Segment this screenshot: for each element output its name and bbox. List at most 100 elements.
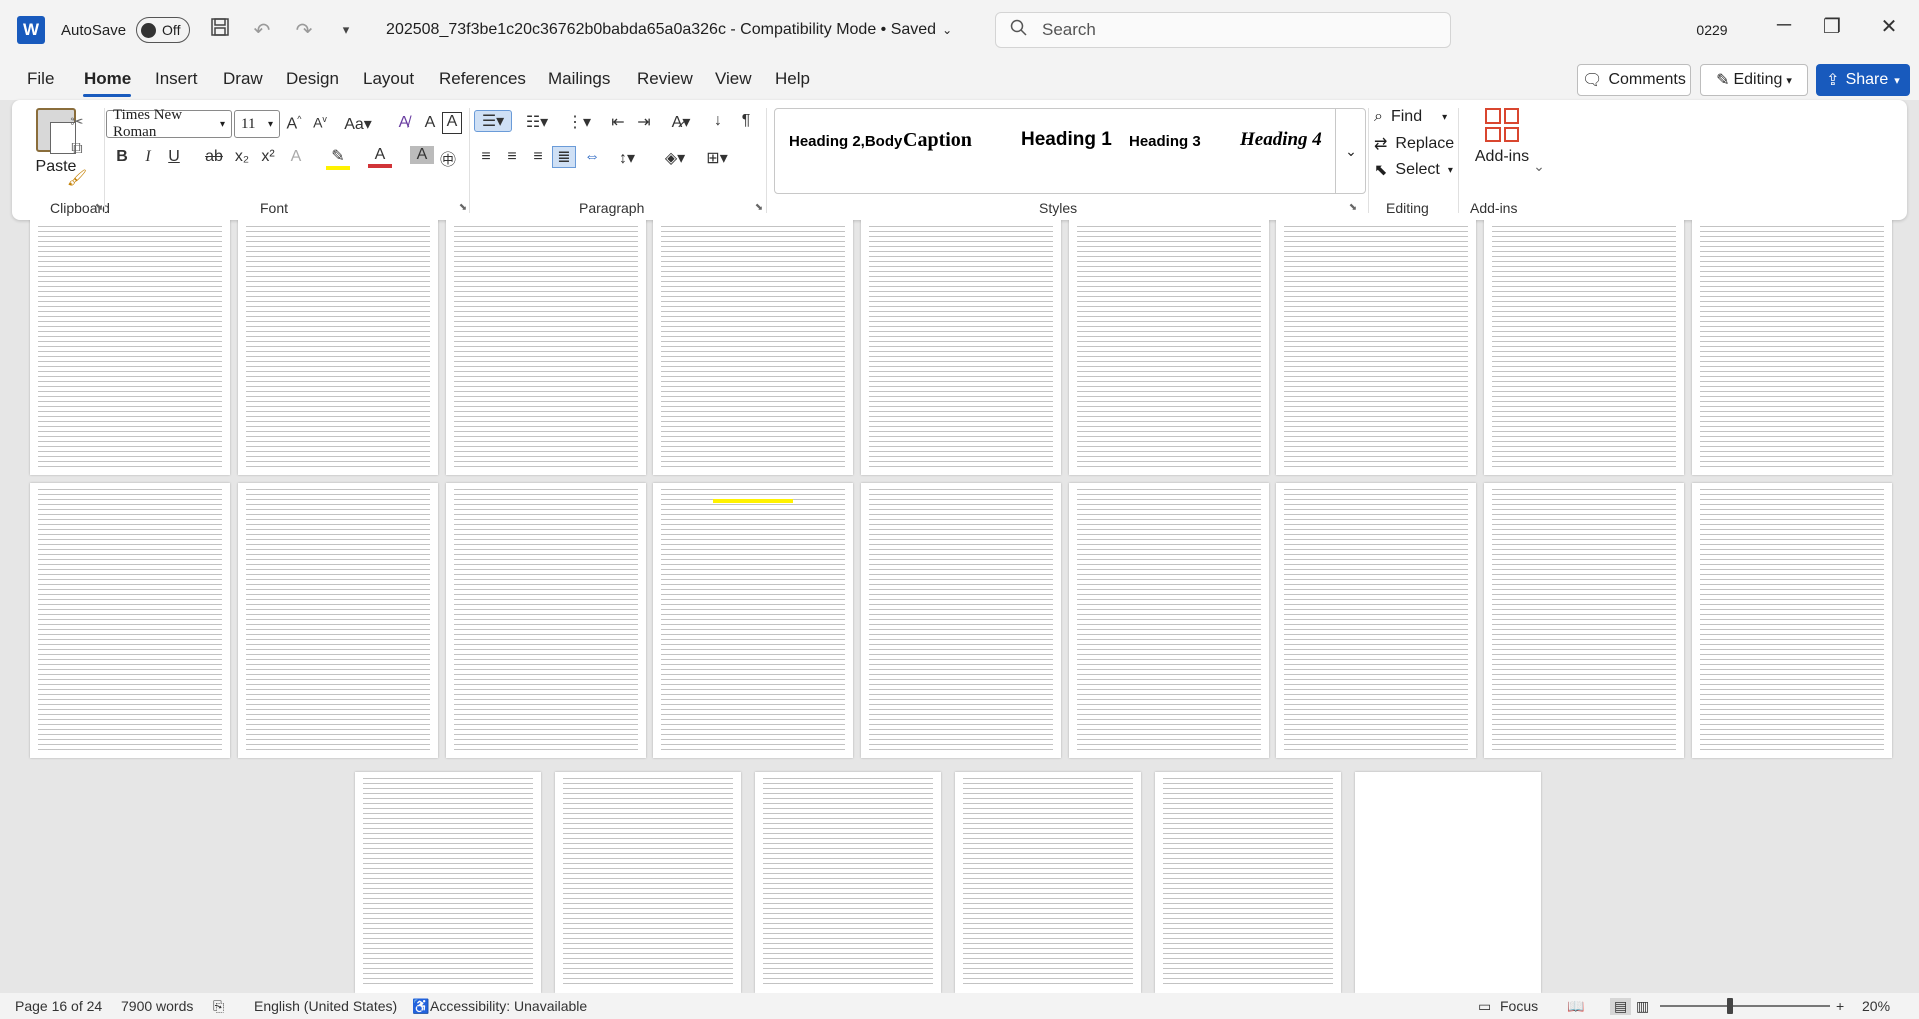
page-thumbnail[interactable] xyxy=(1692,220,1892,475)
accessibility-status[interactable]: Accessibility: Unavailable xyxy=(430,998,587,1014)
web-layout-icon[interactable]: ▥ xyxy=(1636,998,1649,1015)
shading-icon[interactable]: A xyxy=(410,146,434,164)
decrease-indent-icon[interactable]: ⇤ xyxy=(606,112,630,132)
language-indicator[interactable]: English (United States) xyxy=(254,998,397,1014)
select-button[interactable]: ⬉ Select ▾ xyxy=(1374,160,1453,180)
dialog-launcher-icon[interactable]: ⬊ xyxy=(1342,202,1364,213)
page-thumbnail[interactable] xyxy=(1484,220,1684,475)
tab-draw[interactable]: Draw xyxy=(223,69,263,89)
tab-view[interactable]: View xyxy=(715,69,752,89)
page-thumbnail-blank[interactable] xyxy=(1355,772,1541,993)
page-thumbnail[interactable] xyxy=(30,483,230,758)
copy-icon[interactable]: ⧉ xyxy=(66,140,88,158)
align-center-icon[interactable]: ≡ xyxy=(500,148,524,166)
document-title[interactable]: 202508_73f3be1c20c36762b0babda65a0a326c … xyxy=(386,21,952,39)
font-size-select[interactable]: 11 ▾ xyxy=(234,110,280,138)
page-thumbnail[interactable] xyxy=(861,483,1061,758)
dialog-launcher-icon[interactable]: ⬊ xyxy=(452,202,474,213)
shading-bucket-icon[interactable]: ◈▾ xyxy=(658,148,692,168)
restore-icon[interactable]: ❐ xyxy=(1817,14,1847,39)
font-color-icon[interactable]: A xyxy=(368,146,392,168)
distributed-icon[interactable]: ⇔ xyxy=(580,148,604,166)
page-thumbnail[interactable] xyxy=(1276,220,1476,475)
page-thumbnail[interactable] xyxy=(446,483,646,758)
find-button[interactable]: ⌕ Find ▾ xyxy=(1374,108,1447,126)
page-thumbnail[interactable] xyxy=(355,772,541,993)
style-heading-3[interactable]: Heading 3 xyxy=(1129,133,1201,150)
page-thumbnail[interactable] xyxy=(861,220,1061,475)
focus-button[interactable]: Focus xyxy=(1500,998,1538,1014)
undo-icon[interactable]: ↶ xyxy=(250,18,274,43)
save-icon[interactable] xyxy=(208,17,232,43)
page-thumbnail[interactable] xyxy=(1484,483,1684,758)
page-thumbnail[interactable] xyxy=(1069,483,1269,758)
numbering-icon[interactable]: ☷▾ xyxy=(520,112,554,132)
enclose-characters-icon[interactable]: ㊥ xyxy=(436,146,460,170)
zoom-slider-thumb[interactable] xyxy=(1727,998,1733,1014)
underline-icon[interactable]: U xyxy=(162,148,186,166)
justify-icon[interactable]: ≣ xyxy=(552,146,576,168)
page-thumbnail[interactable] xyxy=(446,220,646,475)
minimize-icon[interactable]: ─ xyxy=(1769,14,1799,37)
borders-icon[interactable]: ⊞▾ xyxy=(700,148,734,168)
change-case-icon[interactable]: Aa▾ xyxy=(340,114,376,134)
redo-icon[interactable]: ↷ xyxy=(292,18,316,43)
sort-icon[interactable]: ↓ xyxy=(706,112,730,130)
character-border-icon[interactable]: A xyxy=(442,112,462,134)
page-thumbnail[interactable] xyxy=(238,483,438,758)
collapse-ribbon-icon[interactable]: ⌄ xyxy=(1528,158,1550,175)
line-spacing-icon[interactable]: ↕▾ xyxy=(610,148,644,168)
document-canvas[interactable] xyxy=(0,220,1919,993)
cut-icon[interactable]: ✂ xyxy=(66,112,88,132)
bullets-icon[interactable]: ☰▾ xyxy=(474,110,512,132)
customize-quick-access-icon[interactable]: ▾ xyxy=(334,22,358,38)
print-layout-icon[interactable]: ▤ xyxy=(1610,998,1632,1015)
page-thumbnail[interactable] xyxy=(1276,483,1476,758)
text-effects-icon[interactable]: A xyxy=(418,114,442,132)
page-thumbnail[interactable] xyxy=(653,483,853,758)
read-mode-icon[interactable]: 📖 xyxy=(1567,998,1584,1015)
page-thumbnail[interactable] xyxy=(1069,220,1269,475)
clear-formatting-icon[interactable]: A̸ xyxy=(392,114,416,132)
page-thumbnail[interactable] xyxy=(30,220,230,475)
strikethrough-icon[interactable]: ab xyxy=(202,148,226,166)
show-formatting-marks-icon[interactable]: ¶ xyxy=(734,112,758,130)
tab-home[interactable]: Home xyxy=(84,69,131,89)
user-avatar[interactable]: 0229 xyxy=(1692,10,1732,50)
multilevel-list-icon[interactable]: ⋮▾ xyxy=(562,112,596,132)
tab-mailings[interactable]: Mailings xyxy=(548,69,610,89)
styles-more-icon[interactable]: ⌄ xyxy=(1335,108,1366,194)
search-input[interactable]: Search xyxy=(995,12,1451,48)
increase-indent-icon[interactable]: ⇥ xyxy=(632,112,656,132)
zoom-slider[interactable] xyxy=(1660,1005,1830,1007)
tab-references[interactable]: References xyxy=(439,69,526,89)
tab-design[interactable]: Design xyxy=(286,69,339,89)
bold-icon[interactable]: B xyxy=(110,148,134,166)
tab-review[interactable]: Review xyxy=(637,69,693,89)
page-thumbnail[interactable] xyxy=(1692,483,1892,758)
italic-icon[interactable]: I xyxy=(136,148,160,166)
align-right-icon[interactable]: ≡ xyxy=(526,148,550,166)
editing-mode-button[interactable]: ✎ Editing ▾ xyxy=(1700,64,1808,96)
superscript-icon[interactable]: x² xyxy=(256,148,280,166)
page-thumbnail[interactable] xyxy=(653,220,853,475)
tab-insert[interactable]: Insert xyxy=(155,69,198,89)
page-indicator[interactable]: Page 16 of 24 xyxy=(15,998,102,1014)
style-heading-2-body[interactable]: Heading 2,Body xyxy=(789,133,902,150)
page-thumbnail[interactable] xyxy=(238,220,438,475)
tab-help[interactable]: Help xyxy=(775,69,810,89)
subscript-icon[interactable]: x₂ xyxy=(230,148,254,166)
page-thumbnail[interactable] xyxy=(755,772,941,993)
style-heading-4[interactable]: Heading 4 xyxy=(1240,129,1322,151)
font-name-select[interactable]: Times New Roman ▾ xyxy=(106,107,232,140)
close-icon[interactable]: ✕ xyxy=(1874,14,1904,39)
shrink-font-icon[interactable]: Av xyxy=(308,114,332,131)
share-button[interactable]: ⇪ Share ▾ xyxy=(1816,64,1910,96)
zoom-in-icon[interactable]: + xyxy=(1836,998,1844,1014)
page-thumbnail[interactable] xyxy=(1155,772,1341,993)
align-left-icon[interactable]: ≡ xyxy=(474,148,498,166)
style-caption[interactable]: Caption xyxy=(903,129,972,152)
text-effects-outline-icon[interactable]: A xyxy=(284,148,308,166)
highlight-color-icon[interactable]: ✎ xyxy=(326,146,350,170)
comments-button[interactable]: 🗨 Comments xyxy=(1577,64,1691,96)
